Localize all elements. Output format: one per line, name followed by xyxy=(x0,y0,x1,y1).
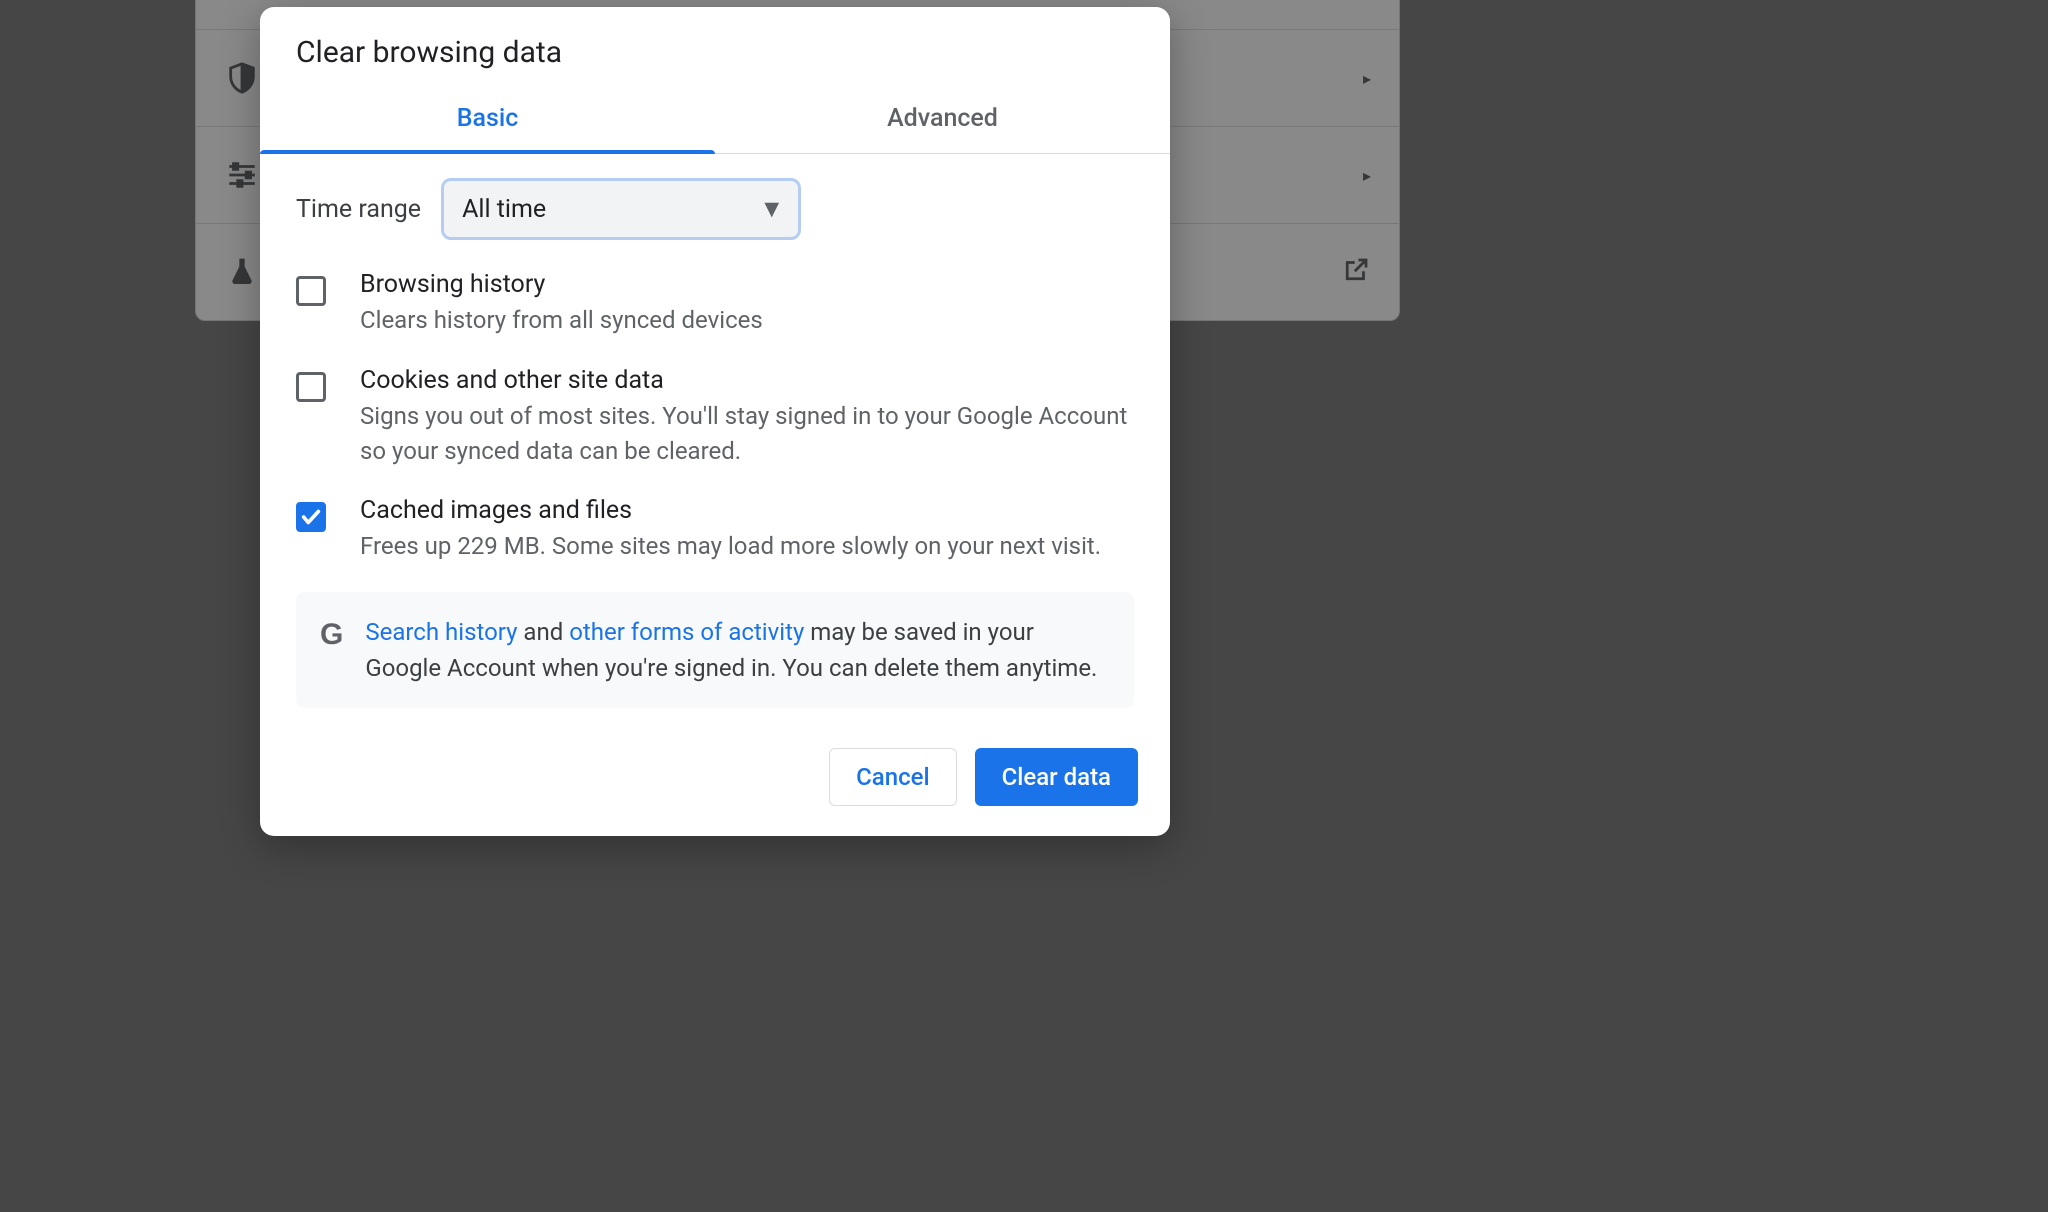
search-history-link[interactable]: Search history xyxy=(365,618,517,646)
google-info-text: Search history and other forms of activi… xyxy=(365,614,1110,686)
time-range-select[interactable]: All time ▼ xyxy=(441,178,801,240)
google-info-box: G Search history and other forms of acti… xyxy=(296,592,1134,708)
checkbox-cookies[interactable] xyxy=(296,372,326,402)
tab-basic[interactable]: Basic xyxy=(260,86,715,153)
option-cached: Cached images and files Frees up 229 MB.… xyxy=(296,496,1134,564)
option-desc: Clears history from all synced devices xyxy=(360,303,763,338)
info-text-fragment: and xyxy=(517,618,569,646)
dialog-title: Clear browsing data xyxy=(260,7,1170,86)
time-range-value: All time xyxy=(462,195,546,224)
other-activity-link[interactable]: other forms of activity xyxy=(569,618,804,646)
tab-advanced[interactable]: Advanced xyxy=(715,86,1170,153)
time-range-label: Time range xyxy=(296,195,421,224)
option-desc: Frees up 229 MB. Some sites may load mor… xyxy=(360,529,1101,564)
clear-browsing-data-dialog: Clear browsing data Basic Advanced Time … xyxy=(260,7,1170,836)
cancel-button[interactable]: Cancel xyxy=(829,748,956,806)
option-browsing-history: Browsing history Clears history from all… xyxy=(296,270,1134,338)
option-title: Cached images and files xyxy=(360,496,1101,525)
option-cookies: Cookies and other site data Signs you ou… xyxy=(296,366,1134,469)
checkbox-cached[interactable] xyxy=(296,502,326,532)
google-g-icon: G xyxy=(320,614,343,652)
dialog-tabs: Basic Advanced xyxy=(260,86,1170,154)
checkbox-browsing-history[interactable] xyxy=(296,276,326,306)
option-title: Cookies and other site data xyxy=(360,366,1134,395)
dropdown-arrow-icon: ▼ xyxy=(759,195,784,224)
clear-data-button[interactable]: Clear data xyxy=(975,748,1138,806)
option-desc: Signs you out of most sites. You'll stay… xyxy=(360,399,1134,469)
option-title: Browsing history xyxy=(360,270,763,299)
